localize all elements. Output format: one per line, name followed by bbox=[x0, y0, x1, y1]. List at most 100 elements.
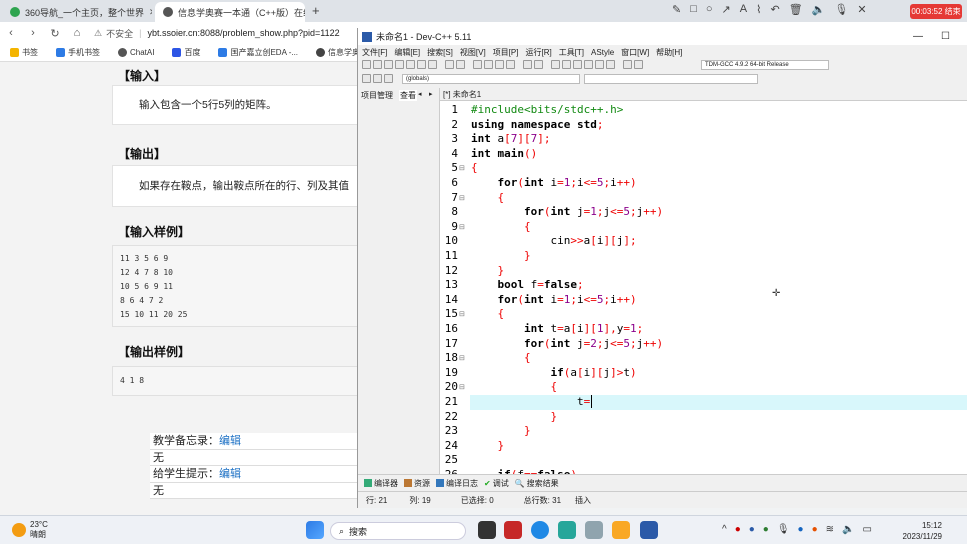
scroll-left-icon[interactable]: ◂ bbox=[418, 90, 422, 98]
goto-icon[interactable] bbox=[495, 60, 504, 69]
minimize-icon[interactable]: — bbox=[913, 31, 923, 42]
code-line[interactable]: int main() bbox=[470, 147, 967, 162]
code-line[interactable]: { bbox=[470, 307, 967, 322]
code-line[interactable]: } bbox=[470, 424, 967, 439]
indent-icon[interactable] bbox=[506, 60, 515, 69]
trash-icon[interactable]: 🗑 bbox=[789, 3, 803, 16]
close-icon[interactable]: ✕ bbox=[857, 3, 866, 16]
tab-ybt[interactable]: 信息学奥赛一本通（C++版）在线... ✕ bbox=[155, 2, 305, 22]
reload-icon[interactable]: ↻ bbox=[44, 27, 66, 40]
app-icon[interactable] bbox=[558, 521, 576, 539]
replace-icon[interactable] bbox=[484, 60, 493, 69]
close-all-icon[interactable] bbox=[417, 60, 426, 69]
print-icon[interactable] bbox=[428, 60, 437, 69]
resources-tab[interactable]: 资源 bbox=[404, 478, 430, 489]
menu-file[interactable]: 文件[F] bbox=[362, 47, 387, 58]
code-line[interactable]: bool f=false; bbox=[470, 278, 967, 293]
brush-icon[interactable]: ⌇ bbox=[756, 3, 761, 16]
class-forward-icon[interactable] bbox=[373, 74, 382, 83]
code-line[interactable]: { bbox=[470, 220, 967, 235]
tab-360-nav[interactable]: 360导航_一个主页，整个世界 ✕ bbox=[2, 2, 152, 22]
run-icon[interactable] bbox=[562, 60, 571, 69]
chart-icon[interactable] bbox=[623, 60, 632, 69]
code-editor[interactable]: [*] 未命名1 1 2 3 4 5 ⊟ 6 7 ⊟ 8 9 ⊟ 10 11 12 13 14 15 ⊟ 16 17 18… bbox=[440, 88, 967, 481]
fold-toggle-icon[interactable]: ⊟ bbox=[459, 310, 465, 318]
mic-icon[interactable]: 🎙 bbox=[834, 3, 848, 16]
compile-log-tab[interactable]: 编译日志 bbox=[436, 478, 478, 489]
edge-icon[interactable] bbox=[531, 521, 549, 539]
url-input[interactable]: ybt.ssoier.cn:8088/problem_show.php?pid=… bbox=[147, 28, 339, 38]
class-back-icon[interactable] bbox=[362, 74, 371, 83]
bookmark-item[interactable]: 书签 bbox=[10, 47, 38, 58]
mic-icon[interactable]: 🎙 bbox=[777, 524, 790, 535]
code-line[interactable]: int t=a[i][1],y=1; bbox=[470, 322, 967, 337]
menu-run[interactable]: 运行[R] bbox=[525, 47, 551, 58]
code-line[interactable]: for(int j=1;j<=5;j++) bbox=[470, 205, 967, 220]
scope-select[interactable]: (globals) bbox=[402, 74, 580, 84]
speaker-icon[interactable]: 🔈 bbox=[812, 3, 826, 16]
code-line[interactable]: #include<bits/stdc++.h> bbox=[470, 103, 967, 118]
view-tab[interactable]: 查看 bbox=[399, 90, 417, 101]
debug-tab[interactable]: ✔ 调试 bbox=[484, 478, 509, 489]
fold-toggle-icon[interactable]: ⊟ bbox=[459, 383, 465, 391]
fold-toggle-icon[interactable]: ⊟ bbox=[459, 194, 465, 202]
task-view-icon[interactable] bbox=[478, 521, 496, 539]
menu-astyle[interactable]: AStyle bbox=[591, 48, 614, 57]
app-icon[interactable] bbox=[585, 521, 603, 539]
devcpp-task-icon[interactable] bbox=[640, 521, 658, 539]
tray-app-icon[interactable]: ● bbox=[798, 524, 804, 535]
fold-toggle-icon[interactable]: ⊟ bbox=[459, 354, 465, 362]
bookmark-item[interactable]: 百度 bbox=[172, 47, 200, 58]
code-line[interactable]: } bbox=[470, 439, 967, 454]
fold-toggle-icon[interactable]: ⊟ bbox=[459, 164, 465, 172]
compile-run-icon[interactable] bbox=[573, 60, 582, 69]
wifi-icon[interactable]: ≋ bbox=[826, 524, 834, 535]
compile-icon[interactable] bbox=[551, 60, 560, 69]
code-area[interactable]: #include<bits/stdc++.h> using namespace s… bbox=[470, 101, 967, 474]
open-icon[interactable] bbox=[373, 60, 382, 69]
editor-tab[interactable]: [*] 未命名1 bbox=[440, 88, 967, 101]
code-line[interactable]: t= bbox=[470, 395, 967, 410]
menu-view[interactable]: 视图[V] bbox=[460, 47, 486, 58]
weather-widget[interactable]: 23°C 晴朗 bbox=[12, 520, 48, 540]
windows-start-icon[interactable] bbox=[306, 521, 324, 539]
bookmark-icon[interactable] bbox=[523, 60, 532, 69]
code-line[interactable]: for(int i=1;i<=5;i++) bbox=[470, 293, 967, 308]
menu-tools[interactable]: 工具[T] bbox=[559, 47, 584, 58]
volume-icon[interactable]: 🔈 bbox=[842, 524, 854, 535]
bookmark-item[interactable]: 手机书签 bbox=[56, 47, 100, 58]
bookmark-item[interactable]: 国产嘉立创EDA -... bbox=[218, 47, 298, 58]
taskbar-search[interactable]: ⌕ 搜索 bbox=[330, 522, 466, 540]
debug-icon[interactable] bbox=[634, 60, 643, 69]
chevron-up-icon[interactable]: ^ bbox=[722, 524, 727, 535]
close-tab-icon[interactable]: ✕ bbox=[149, 7, 152, 18]
class-nav-icon[interactable] bbox=[384, 74, 393, 83]
code-line[interactable]: { bbox=[470, 161, 967, 176]
check-icon[interactable] bbox=[595, 60, 604, 69]
menu-search[interactable]: 搜索[S] bbox=[427, 47, 453, 58]
rectangle-icon[interactable]: □ bbox=[690, 3, 697, 16]
undo-icon[interactable] bbox=[445, 60, 454, 69]
code-line[interactable]: { bbox=[470, 351, 967, 366]
new-tab-icon[interactable]: + bbox=[312, 3, 320, 18]
code-line[interactable]: } bbox=[470, 264, 967, 279]
menu-window[interactable]: 窗口[W] bbox=[621, 47, 649, 58]
forward-icon[interactable]: › bbox=[22, 27, 44, 39]
code-line[interactable]: using namespace std; bbox=[470, 118, 967, 133]
menu-edit[interactable]: 编辑[E] bbox=[394, 47, 420, 58]
file-explorer-icon[interactable] bbox=[612, 521, 630, 539]
maximize-icon[interactable]: ☐ bbox=[941, 31, 950, 42]
edit-link[interactable]: 编辑 bbox=[219, 468, 241, 480]
code-line[interactable]: int a[7][7]; bbox=[470, 132, 967, 147]
symbol-select[interactable] bbox=[584, 74, 758, 84]
tray-app-icon[interactable]: ● bbox=[812, 524, 818, 535]
code-line[interactable]: { bbox=[470, 191, 967, 206]
fold-toggle-icon[interactable]: ⊟ bbox=[459, 223, 465, 231]
tray-app-icon[interactable]: ● bbox=[735, 524, 741, 535]
battery-icon[interactable]: ▭ bbox=[862, 524, 871, 535]
compiler-select[interactable]: TDM-GCC 4.9.2 64-bit Release bbox=[701, 60, 829, 70]
code-line[interactable] bbox=[470, 453, 967, 468]
home-icon[interactable]: ⌂ bbox=[66, 27, 88, 39]
bookmark-item[interactable]: ChatAI bbox=[118, 48, 154, 57]
circle-icon[interactable]: ○ bbox=[706, 3, 713, 16]
